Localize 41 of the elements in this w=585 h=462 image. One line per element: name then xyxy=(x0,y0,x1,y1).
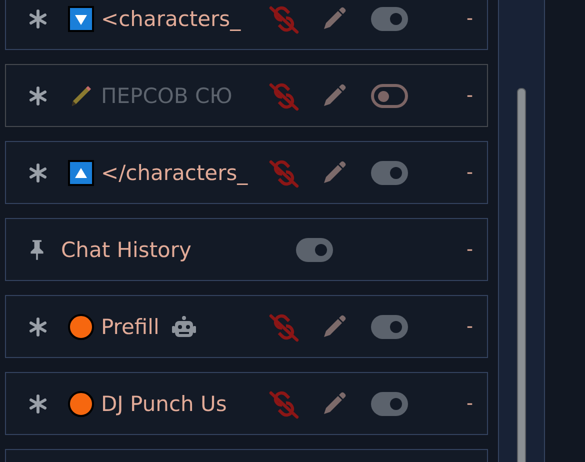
scrollbar-thumb[interactable] xyxy=(517,88,526,462)
prompt-row[interactable]: Chat History - xyxy=(5,218,488,281)
unlink-icon[interactable] xyxy=(269,80,299,110)
pencil-icon[interactable] xyxy=(322,314,346,338)
unlink-icon[interactable] xyxy=(269,312,299,342)
unlink-icon[interactable] xyxy=(269,4,299,34)
prompt-name: Prefill xyxy=(101,314,160,338)
pencil-icon[interactable] xyxy=(322,6,346,30)
toggle-switch[interactable] xyxy=(296,238,333,262)
asterisk-icon xyxy=(28,162,48,182)
asterisk-icon xyxy=(28,394,48,414)
toggle-switch[interactable] xyxy=(371,6,408,30)
token-count: - xyxy=(466,8,473,29)
prompt-row[interactable]: <characters_ - xyxy=(5,0,488,50)
asterisk-icon xyxy=(28,8,48,28)
toggle-switch[interactable] xyxy=(371,160,408,184)
token-count: - xyxy=(466,393,473,414)
asterisk-icon xyxy=(28,86,48,106)
pencil-icon[interactable] xyxy=(322,84,346,108)
prompt-row[interactable]: </characters_ - xyxy=(5,141,488,204)
toggle-switch[interactable] xyxy=(371,392,408,416)
prompt-name: Chat History xyxy=(61,238,192,262)
pencil-icon[interactable] xyxy=(322,160,346,184)
asterisk-icon xyxy=(28,316,48,336)
prompt-row[interactable]: Prefill - xyxy=(5,295,488,358)
prompt-name: DJ Punch Us xyxy=(101,392,227,416)
token-count: - xyxy=(466,239,473,260)
prompt-row[interactable]: DJ Punch Us - xyxy=(5,372,488,435)
prompt-name: </characters_ xyxy=(101,160,248,184)
unlink-icon[interactable] xyxy=(269,388,299,418)
prompt-name: <characters_ xyxy=(101,6,241,30)
pencil-icon[interactable] xyxy=(322,392,346,416)
token-count: - xyxy=(466,316,473,337)
unlink-icon[interactable] xyxy=(269,158,299,188)
prompt-row[interactable]: ПЕРСОВ СЮ - xyxy=(5,64,488,127)
pin-icon xyxy=(28,238,46,260)
token-count: - xyxy=(466,162,473,183)
toggle-switch[interactable] xyxy=(371,314,408,338)
toggle-switch[interactable] xyxy=(371,84,408,108)
prompt-name: ПЕРСОВ СЮ xyxy=(101,84,232,108)
token-count: - xyxy=(466,85,473,106)
